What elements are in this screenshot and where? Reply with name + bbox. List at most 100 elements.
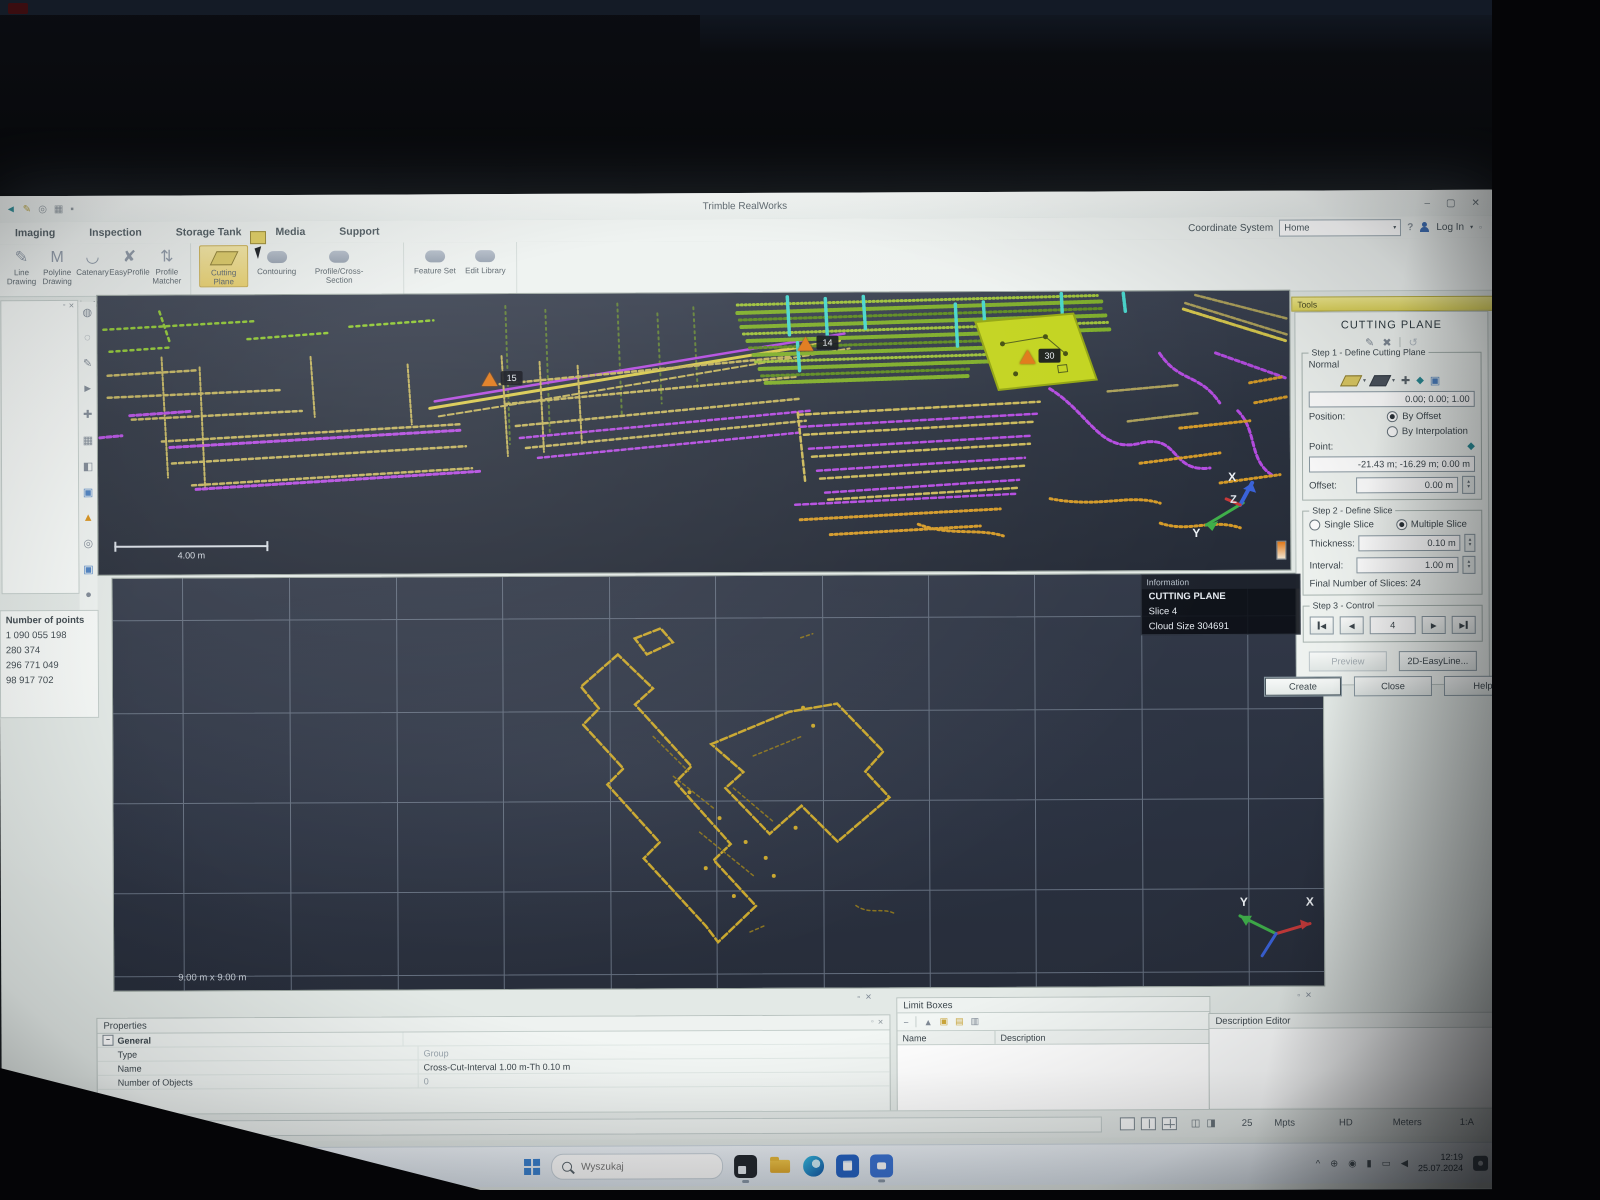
dot-icon[interactable]: ●	[85, 589, 92, 601]
plane-yellow-icon[interactable]	[1340, 375, 1362, 386]
taskbar-search[interactable]	[551, 1153, 723, 1180]
close-button[interactable]: Close	[1354, 676, 1432, 696]
qat-more-icon[interactable]: ▪	[70, 203, 74, 214]
thickness-input[interactable]: 0.10 m	[1359, 535, 1461, 551]
pointer-icon[interactable]: ►	[82, 383, 93, 395]
close-icon[interactable]: ✕	[865, 992, 872, 1001]
add-icon[interactable]: ✚	[83, 408, 92, 421]
minimize-button[interactable]: –	[1424, 198, 1430, 209]
close-button[interactable]: ✕	[1471, 197, 1479, 208]
offset-spinner[interactable]: ▴ ▾	[1462, 476, 1475, 494]
scan-marker-14[interactable]: 14	[797, 337, 838, 351]
units-indicator[interactable]: Meters	[1393, 1117, 1422, 1128]
pin-icon[interactable]: ▫	[1297, 991, 1300, 1000]
radio-multiple-slice[interactable]	[1396, 519, 1407, 530]
viewport-cross-section[interactable]: 15 14 30 4.00 m X Z Y	[96, 290, 1291, 576]
next-slice-button[interactable]: ▶	[1422, 616, 1446, 634]
spin-down-icon[interactable]: ▾	[1468, 565, 1471, 570]
scan-marker-15[interactable]: 15	[482, 372, 523, 386]
tool-profile-matcher[interactable]: ⇅ Profile Matcher	[151, 245, 182, 285]
property-row-objects[interactable]: Number of Objects 0	[98, 1072, 890, 1089]
screen-capture-icon[interactable]: ▣	[83, 486, 93, 499]
pencil-icon[interactable]: ✎	[23, 204, 31, 215]
coordinate-system-select[interactable]: Home ▾	[1279, 219, 1401, 237]
remove-icon[interactable]: −	[903, 1017, 908, 1027]
tool-cutting-plane[interactable]: Cutting Plane	[199, 245, 248, 287]
realworks-taskbar-icon[interactable]	[734, 1154, 757, 1177]
diamond-picker-icon[interactable]: ◆	[1416, 375, 1424, 386]
select-tool-icon[interactable]: ◄	[6, 204, 16, 215]
viewport-plan-slice[interactable]: Information CUTTING PLANE Slice 4 Cloud …	[111, 572, 1325, 991]
close-icon[interactable]: ✕	[68, 302, 74, 313]
view-globe-icon[interactable]: ◍	[82, 306, 92, 319]
annotation-warning-icon[interactable]: ▲	[83, 512, 94, 524]
plane-dark-icon[interactable]	[1369, 375, 1391, 386]
tool-edit-library[interactable]: Edit Library	[463, 244, 509, 275]
tray-display-icon[interactable]: ▭	[1382, 1158, 1391, 1169]
login-button[interactable]: Log In	[1436, 221, 1464, 232]
column-name[interactable]: Name	[897, 1031, 995, 1044]
column-description[interactable]: Description	[995, 1030, 1209, 1044]
grid-icon[interactable]: ▦	[83, 434, 93, 447]
radio-by-offset[interactable]	[1387, 411, 1398, 422]
view-circle-icon[interactable]: ◌	[84, 332, 91, 344]
points-display-unit[interactable]: Mpts	[1274, 1118, 1295, 1129]
layout-grid-icon[interactable]	[1162, 1117, 1177, 1130]
previous-slice-button[interactable]: ◀	[1340, 616, 1364, 634]
tool-polyline-drawing[interactable]: M Polyline Drawing	[42, 246, 73, 286]
layout-single-icon[interactable]	[1120, 1117, 1135, 1130]
point-input[interactable]: -21.43 m; -16.29 m; 0.00 m	[1309, 456, 1475, 473]
pin-icon[interactable]: ▫	[871, 1018, 874, 1026]
chat-icon[interactable]	[870, 1154, 893, 1177]
tool-feature-set[interactable]: Feature Set	[412, 244, 458, 275]
easyline-button[interactable]: 2D-EasyLine...	[1399, 651, 1477, 671]
radio-multiple-label[interactable]: Multiple Slice	[1411, 519, 1467, 530]
maximize-button[interactable]: ▢	[1446, 197, 1456, 208]
collapse-icon[interactable]: −	[102, 1035, 113, 1046]
spin-down-icon[interactable]: ▾	[1467, 485, 1470, 490]
thickness-spinner[interactable]: ▴ ▾	[1465, 534, 1476, 552]
tab-storage-tank[interactable]: Storage Tank	[159, 221, 259, 243]
tray-mic-icon[interactable]: ▮	[1366, 1158, 1371, 1169]
half-square-icon[interactable]: ◧	[83, 460, 93, 473]
tray-volume-icon[interactable]: ◀	[1401, 1158, 1408, 1169]
tab-support[interactable]: Support	[322, 221, 396, 243]
tool-line-drawing[interactable]: ✎ Line Drawing	[6, 246, 37, 286]
radio-single-label[interactable]: Single Slice	[1324, 519, 1374, 530]
chevron-down-icon[interactable]: ▾	[1363, 377, 1366, 384]
spin-down-icon[interactable]: ▾	[1469, 543, 1472, 548]
tool-easyprofile[interactable]: ✘ EasyProfile	[112, 246, 146, 277]
lock-icon[interactable]: ▲	[924, 1017, 933, 1027]
first-slice-button[interactable]: ◀	[1310, 616, 1334, 634]
circle-tool-icon[interactable]: ◎	[38, 204, 47, 215]
current-slice-input[interactable]: 4	[1370, 616, 1416, 634]
export-box-icon[interactable]: ▤	[955, 1016, 964, 1027]
layout-split-icon[interactable]	[1141, 1117, 1156, 1130]
point-picker-icon[interactable]: ◆	[1467, 441, 1475, 452]
chevron-down-icon[interactable]: ▾	[1392, 377, 1395, 384]
axis-picker-icon[interactable]: ✚	[1401, 374, 1410, 387]
start-button[interactable]	[524, 1159, 540, 1175]
radio-by-interpolation[interactable]	[1387, 426, 1398, 437]
pin-icon[interactable]: ▫	[63, 302, 66, 313]
import-box-icon[interactable]: ▣	[940, 1016, 949, 1027]
limit-boxes-list[interactable]	[898, 1044, 1210, 1111]
hd-indicator[interactable]: HD	[1339, 1117, 1353, 1128]
description-editor-body[interactable]	[1209, 1028, 1492, 1108]
pin-icon[interactable]: ▫	[857, 993, 860, 1002]
tray-vpn-icon[interactable]: ◉	[1348, 1158, 1356, 1169]
taskbar-clock[interactable]: 12:19 25.07.2024	[1418, 1152, 1463, 1174]
tab-inspection[interactable]: Inspection	[72, 222, 159, 244]
edit-box-icon[interactable]: ▥	[971, 1016, 980, 1027]
interval-input[interactable]: 1.00 m	[1356, 557, 1458, 573]
file-explorer-icon[interactable]	[768, 1154, 791, 1177]
login-chevron-icon[interactable]: ▾	[1470, 223, 1473, 230]
radio-single-slice[interactable]	[1309, 519, 1320, 530]
tray-network-icon[interactable]: ⊕	[1330, 1158, 1338, 1169]
mini-plane-popup[interactable]	[250, 231, 276, 265]
draw-icon[interactable]: ✎	[83, 357, 92, 370]
tool-catenary[interactable]: ◡ Catenary	[77, 246, 107, 277]
preview-button[interactable]: Preview	[1309, 651, 1387, 671]
render-mode-icon[interactable]: ◫	[1191, 1118, 1201, 1129]
create-button[interactable]: Create	[1264, 676, 1342, 696]
